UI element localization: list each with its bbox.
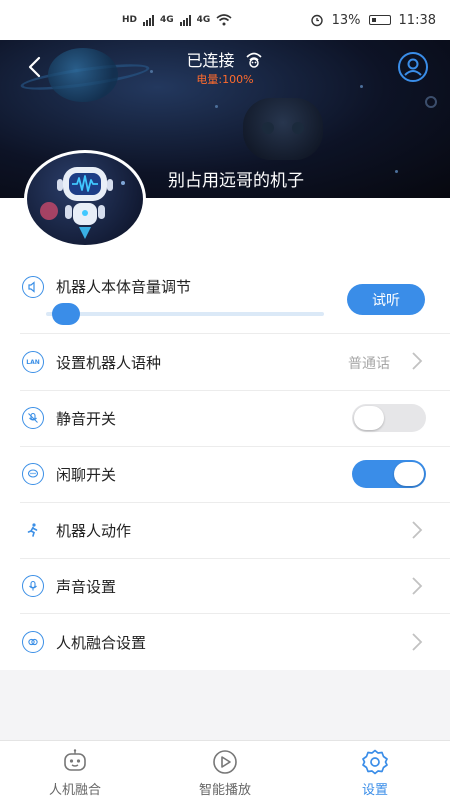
ring-decoration <box>425 96 437 108</box>
astronaut-eye-right <box>292 122 304 134</box>
network-label-2: 4G <box>196 15 211 25</box>
astronaut-eye-left <box>262 122 274 134</box>
robot-avatar-icon <box>40 167 125 239</box>
network-label-1: 4G <box>160 15 174 25</box>
chevron-right-icon[interactable] <box>410 520 424 540</box>
robot-face-icon <box>64 749 86 771</box>
volume-slider-track[interactable] <box>46 312 324 316</box>
chat-bubble-icon <box>22 463 44 485</box>
signal-icon <box>143 14 155 26</box>
nav-label-settings: 设置 <box>361 783 388 798</box>
avatar-frame <box>24 150 146 248</box>
mic-off-icon <box>22 407 44 429</box>
chat-label: 闲聊开关 <box>56 466 117 484</box>
astronaut-decoration <box>243 98 323 160</box>
volume-label: 机器人本体音量调节 <box>56 278 192 296</box>
divider <box>20 390 450 391</box>
connection-title: 已连接 <box>0 47 450 71</box>
status-network: HD 4G 4G <box>122 14 232 26</box>
status-bar: HD 4G 4G 13% 11:38 <box>0 0 450 40</box>
nav-item-fusion[interactable]: 人机融合 <box>0 741 150 800</box>
robot-battery-level: 电量:100% <box>196 73 254 86</box>
hd-label: HD <box>122 15 138 25</box>
user-profile-icon[interactable] <box>397 51 429 83</box>
speaker-icon <box>22 276 44 298</box>
settings-list <box>0 198 450 670</box>
battery-icon <box>368 15 391 25</box>
battery-percent: 13% <box>331 12 361 28</box>
listen-button[interactable]: 试听 <box>347 284 425 315</box>
running-figure-icon <box>22 519 44 541</box>
language-icon: LAN <box>22 351 44 373</box>
language-value[interactable]: 普通话 <box>348 353 390 373</box>
divider <box>20 558 450 559</box>
bottom-nav: 人机融合 智能播放 设置 <box>0 740 450 800</box>
connection-status: 已连接 <box>186 51 235 70</box>
nav-label-fusion: 人机融合 <box>48 783 101 798</box>
volume-slider-thumb[interactable] <box>52 303 80 325</box>
mute-toggle[interactable] <box>352 404 426 432</box>
divider <box>20 333 450 334</box>
nav-label-play: 智能播放 <box>198 783 251 798</box>
star-decoration <box>215 105 218 108</box>
alarm-icon <box>310 14 323 27</box>
robot-name: 别占用远哥的机子 <box>168 171 304 191</box>
clock: 11:38 <box>398 12 436 28</box>
toggle-knob <box>394 462 424 486</box>
nav-item-play[interactable]: 智能播放 <box>150 741 300 800</box>
status-right: 13% 11:38 <box>310 13 436 28</box>
sound-label[interactable]: 声音设置 <box>56 576 116 597</box>
robot-avatar[interactable] <box>24 150 146 250</box>
divider <box>20 502 450 503</box>
toggle-knob <box>354 406 384 430</box>
action-label[interactable]: 机器人动作 <box>56 520 131 541</box>
divider <box>20 613 450 614</box>
language-label[interactable]: 设置机器人语种 <box>56 352 161 373</box>
chevron-right-icon[interactable] <box>410 351 424 371</box>
star-decoration <box>395 170 398 173</box>
divider <box>20 446 450 447</box>
microphone-icon <box>22 575 44 597</box>
signal-icon-2 <box>179 14 191 26</box>
nav-item-settings[interactable]: 设置 <box>300 741 450 800</box>
chevron-right-icon[interactable] <box>410 576 424 596</box>
fusion-label[interactable]: 人机融合设置 <box>56 632 146 653</box>
play-circle-icon <box>213 750 237 774</box>
chevron-right-icon[interactable] <box>410 632 424 652</box>
chat-toggle[interactable] <box>352 460 426 488</box>
fusion-icon <box>22 631 44 653</box>
connection-icon <box>245 52 262 68</box>
mute-label: 静音开关 <box>56 410 117 428</box>
gear-icon <box>362 749 388 775</box>
wifi-status-icon <box>216 14 232 26</box>
